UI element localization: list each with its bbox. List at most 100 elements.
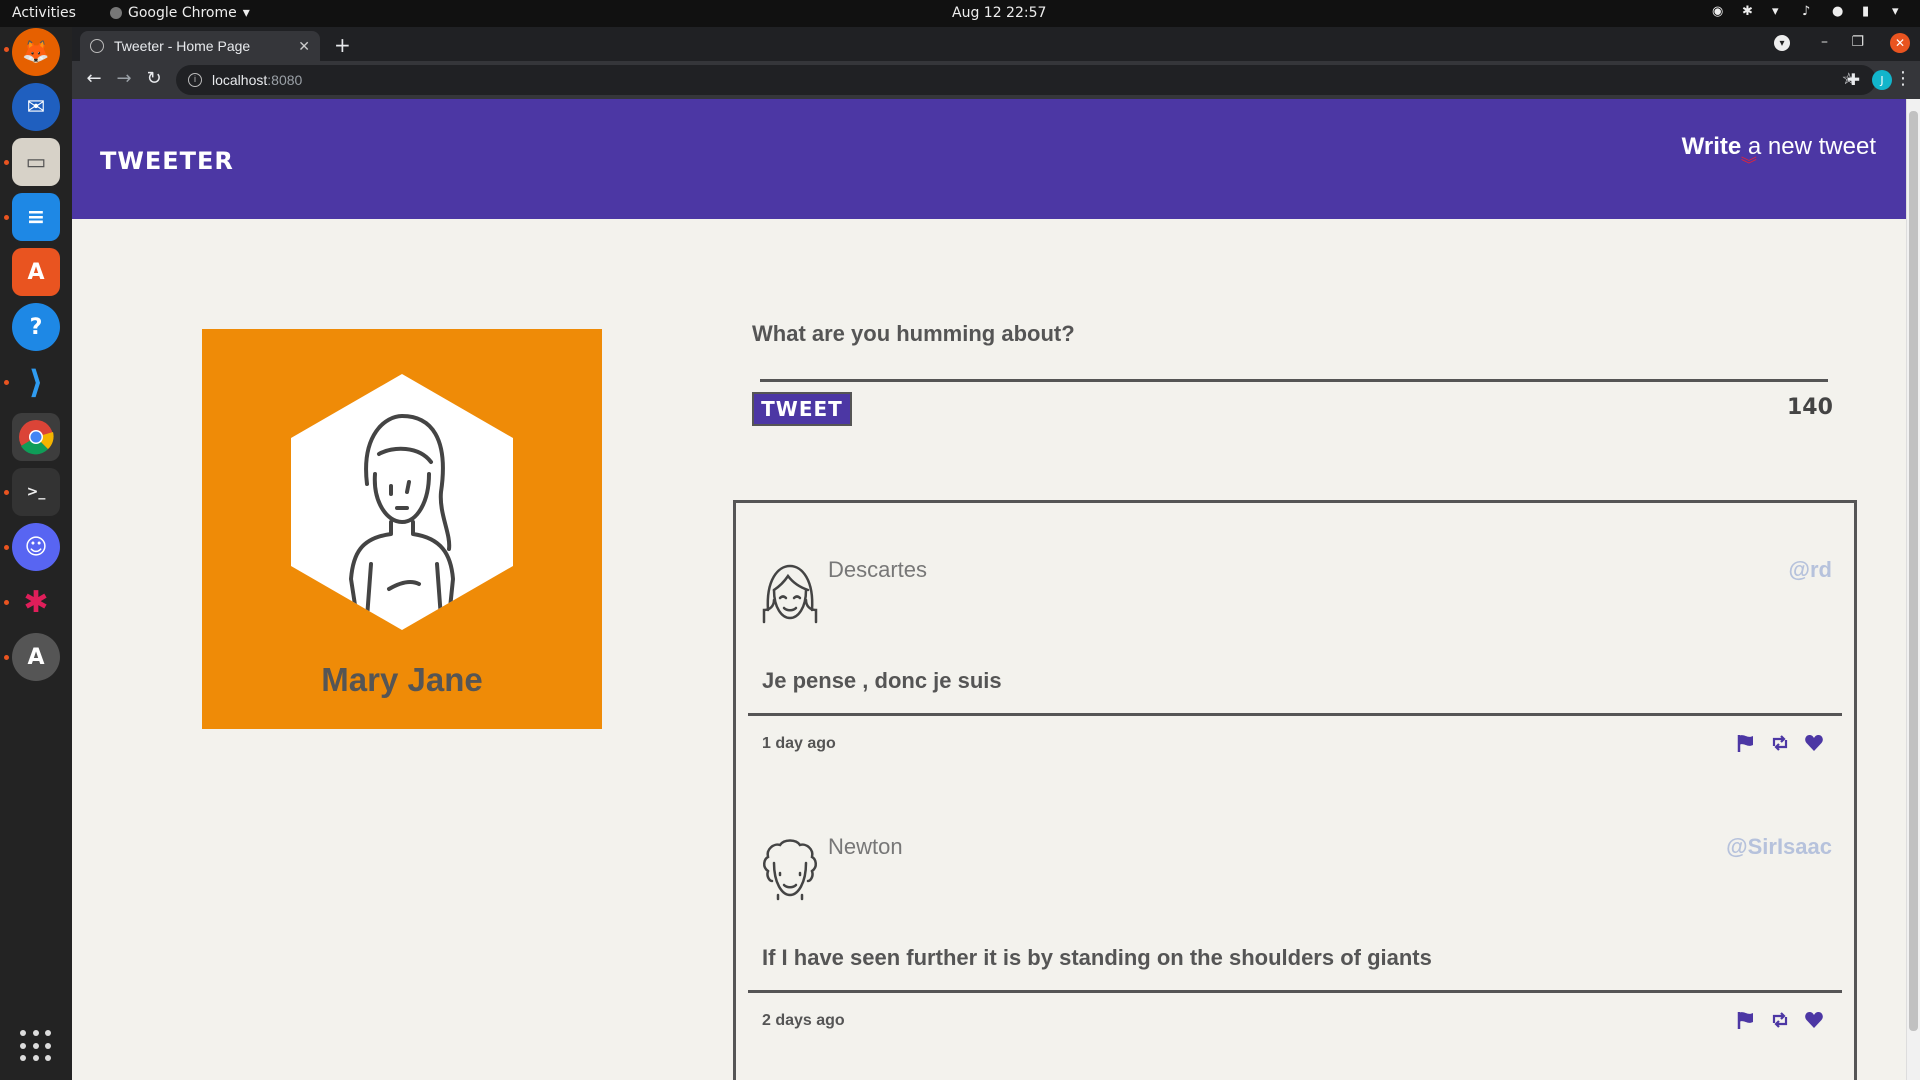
url-host: localhost	[212, 72, 268, 88]
wifi-icon[interactable]: ▾	[1772, 4, 1786, 19]
woman-avatar-icon	[349, 414, 455, 620]
app-store-icon[interactable]: A	[12, 248, 60, 296]
activities-button[interactable]: Activities	[12, 5, 76, 21]
chrome-small-icon	[110, 7, 122, 19]
tweet-actions	[1736, 1010, 1824, 1030]
scrollbar-thumb[interactable]	[1909, 111, 1918, 1031]
profile-avatar[interactable]: J	[1872, 70, 1892, 90]
running-indicator	[4, 545, 9, 550]
flag-icon[interactable]	[1736, 1010, 1756, 1030]
tab-active[interactable]: Tweeter - Home Page ✕	[80, 31, 320, 61]
system-top-bar: Activities Google Chrome ▾ Aug 12 22:57 …	[0, 0, 1920, 27]
clock[interactable]: Aug 12 22:57	[952, 5, 1046, 21]
running-indicator	[4, 47, 9, 52]
dock: 🦊 ✉ ▭ ≡ A ? ⟩ >_ ☺ ✱ A	[0, 27, 72, 1080]
tab-strip: Tweeter - Home Page ✕ + ▾ – ❐ ✕	[72, 27, 1920, 61]
slack-icon[interactable]: ✱	[12, 578, 60, 626]
site-header: TWEETER Write a new tweet ︾	[72, 99, 1906, 219]
vscode-icon[interactable]: ⟩	[12, 358, 60, 406]
tweet-timestamp: 2 days ago	[762, 1012, 845, 1029]
reload-icon[interactable]: ↻	[142, 68, 166, 92]
flag-icon[interactable]	[1736, 733, 1756, 753]
tab-title: Tweeter - Home Page	[114, 38, 251, 54]
tweet-actions	[1736, 733, 1824, 753]
microphone-icon[interactable]: ●	[1832, 4, 1846, 19]
updater-icon[interactable]: A	[12, 633, 60, 681]
heart-icon[interactable]	[1804, 1010, 1824, 1030]
tweet-button[interactable]: TWEET	[752, 392, 852, 426]
tab-search-icon[interactable]: ▾	[1774, 35, 1790, 51]
running-indicator	[4, 380, 9, 385]
profile-avatar-hexagon	[291, 374, 513, 630]
profile-name: Mary Jane	[321, 661, 483, 698]
tweet-card: Descartes @rd Je pense , donc je suis 1 …	[748, 557, 1842, 790]
terminal-icon[interactable]: >_	[12, 468, 60, 516]
tweet-textarea[interactable]	[760, 379, 1828, 382]
help-icon[interactable]: ?	[12, 303, 60, 351]
battery-icon[interactable]: ▮	[1862, 4, 1876, 19]
retweet-icon[interactable]	[1770, 733, 1790, 753]
discord-icon[interactable]: ☺	[12, 523, 60, 571]
write-new-tweet-link[interactable]: Write a new tweet ︾	[1681, 133, 1876, 174]
globe-icon	[90, 39, 104, 53]
close-window-icon[interactable]: ✕	[1890, 33, 1910, 53]
thunderbird-icon[interactable]: ✉	[12, 83, 60, 131]
power-menu-icon[interactable]: ▾	[1892, 4, 1906, 19]
tweet-timestamp: 1 day ago	[762, 735, 836, 752]
show-applications-icon[interactable]	[20, 1030, 52, 1062]
extensions-icon[interactable]: ✚	[1847, 70, 1860, 89]
page-scrollbar[interactable]	[1906, 99, 1920, 1080]
newton-avatar-icon	[763, 839, 817, 901]
tweet-feed: Descartes @rd Je pense , donc je suis 1 …	[733, 500, 1857, 1080]
tweet-divider	[748, 990, 1842, 993]
volume-icon[interactable]: ♪	[1802, 4, 1816, 19]
address-bar[interactable]: i localhost:8080 ☆	[176, 65, 1876, 95]
discord-tray-icon[interactable]: ◉	[1712, 4, 1726, 19]
minimize-icon[interactable]: –	[1821, 34, 1828, 50]
url-port: :8080	[267, 72, 303, 88]
tweet-text: If I have seen further it is by standing…	[762, 945, 1432, 970]
running-indicator	[4, 655, 9, 660]
double-chevron-down-icon[interactable]: ︾	[1622, 158, 1876, 174]
new-tweet-label: a new tweet	[1741, 133, 1876, 160]
running-indicator	[4, 160, 9, 165]
running-indicator	[4, 490, 9, 495]
tweet-text: Je pense , donc je suis	[762, 668, 1002, 693]
writer-icon[interactable]: ≡	[12, 193, 60, 241]
new-tab-button[interactable]: +	[334, 33, 351, 57]
system-tray[interactable]: ◉ ✱ ▾ ♪ ● ▮ ▾	[1712, 4, 1906, 19]
back-icon[interactable]: ←	[82, 68, 106, 92]
restore-icon[interactable]: ❐	[1851, 34, 1864, 50]
tweet-divider	[748, 713, 1842, 716]
browser-toolbar: ← → ↻ i localhost:8080 ☆ ✚ J ⋮	[72, 61, 1920, 99]
slack-tray-icon[interactable]: ✱	[1742, 4, 1756, 19]
firefox-icon[interactable]: 🦊	[12, 28, 60, 76]
app-menu-label: Google Chrome	[128, 5, 237, 21]
site-info-icon[interactable]: i	[188, 73, 202, 87]
close-tab-icon[interactable]: ✕	[298, 38, 310, 55]
tweet-author-handle: @SirIsaac	[1726, 834, 1832, 859]
brand-logo[interactable]: TWEETER	[100, 147, 234, 175]
running-indicator	[4, 215, 9, 220]
browser-window: Tweeter - Home Page ✕ + ▾ – ❐ ✕ ← → ↻ i …	[72, 27, 1920, 1080]
tweet-author-name: Descartes	[828, 557, 928, 582]
tweet-author-handle: @rd	[1788, 557, 1832, 582]
heart-icon[interactable]	[1804, 733, 1824, 753]
descartes-avatar-icon	[762, 564, 818, 624]
files-icon[interactable]: ▭	[12, 138, 60, 186]
tweet-card: Newton @SirIsaac If I have seen further …	[748, 834, 1842, 1067]
compose-prompt: What are you humming about?	[752, 321, 1075, 346]
chrome-logo	[19, 420, 54, 455]
profile-card: Mary Jane	[202, 329, 602, 729]
chevron-down-icon: ▾	[242, 5, 250, 21]
character-counter: 140	[1787, 395, 1833, 420]
running-indicator	[4, 600, 9, 605]
web-page: TWEETER Write a new tweet ︾ Mary Jane Wh…	[72, 99, 1906, 1080]
write-label: Write	[1681, 133, 1742, 160]
chrome-icon[interactable]	[12, 413, 60, 461]
tweet-author-name: Newton	[828, 834, 903, 859]
app-menu[interactable]: Google Chrome ▾	[110, 5, 250, 21]
retweet-icon[interactable]	[1770, 1010, 1790, 1030]
forward-icon[interactable]: →	[112, 68, 136, 92]
chrome-menu-icon[interactable]: ⋮	[1894, 68, 1912, 89]
